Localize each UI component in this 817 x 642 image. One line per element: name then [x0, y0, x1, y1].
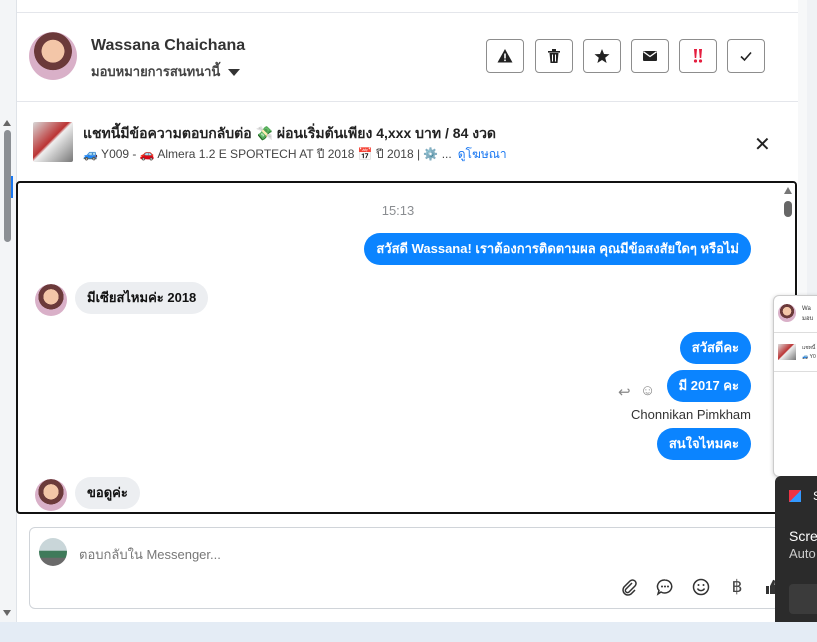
paperclip-icon[interactable] [618, 576, 640, 598]
ad-thumbnail[interactable] [33, 122, 73, 162]
preview-text: Wa มอบ [802, 304, 813, 324]
message-thread[interactable]: 15:13 สวัสดี Wassana! เราต้องการติดตามผล… [16, 181, 797, 514]
preview-ad-thumbnail [778, 344, 796, 360]
assign-conversation-dropdown[interactable]: มอบหมายการสนทนานี้ [91, 61, 241, 82]
scroll-thumb[interactable] [4, 130, 11, 242]
contact-avatar-small [35, 284, 67, 316]
message-bubble-outgoing[interactable]: มี 2017 คะ [666, 370, 751, 402]
preview-divider [774, 332, 817, 333]
scroll-thumb[interactable] [784, 201, 792, 217]
composer-toolbar: ฿ [618, 576, 784, 598]
bottom-background [0, 622, 817, 642]
check-icon [740, 51, 752, 62]
smiley-icon[interactable] [690, 576, 712, 598]
preview-line-2: มอบ [802, 316, 814, 322]
double-exclamation-icon [693, 49, 703, 63]
warning-icon [497, 49, 513, 63]
left-scrollbar[interactable] [0, 0, 17, 622]
contact-avatar-small [35, 479, 67, 511]
floating-chat-preview[interactable]: Wa มอบ แชทนี้ 🚙 Y0 [773, 295, 817, 477]
priority-button[interactable] [679, 39, 717, 73]
message-bubble-incoming[interactable]: มีเซียสไหมค่ะ 2018 [75, 282, 209, 314]
scroll-down-arrow-icon[interactable] [3, 610, 11, 616]
assign-label: มอบหมายการสนทนานี้ [91, 64, 221, 79]
reply-input[interactable]: ตอบกลับใน Messenger... [79, 544, 221, 565]
notification-toast[interactable]: S Scree Auto [775, 476, 817, 632]
reply-composer[interactable]: ตอบกลับใน Messenger... ฿ [29, 527, 785, 609]
preview-ad-text: แชทนี้ 🚙 Y0 [802, 344, 816, 362]
preview-avatar [778, 304, 796, 322]
ad-context-banner: แชทนี้มีข้อความตอบกลับต่อ 💸 ผ่อนเริ่มต้น… [17, 102, 798, 178]
message-timestamp: 15:13 [381, 203, 415, 218]
toast-body: Auto [789, 546, 816, 561]
reply-icon[interactable]: ↩ [618, 383, 631, 401]
ad-subtitle-text: 🚙 Y009 - 🚗 Almera 1.2 E SPORTECH AT ปี 2… [83, 147, 452, 161]
mail-button[interactable] [631, 39, 669, 73]
chat-bubble-icon[interactable] [654, 576, 676, 598]
ad-title: แชทนี้มีข้อความตอบกลับต่อ 💸 ผ่อนเริ่มต้น… [83, 125, 497, 141]
scroll-up-arrow-icon[interactable] [784, 187, 792, 194]
app-icon [789, 490, 801, 502]
toast-title: Scree [789, 528, 817, 544]
envelope-icon [643, 51, 657, 61]
contact-name[interactable]: Wassana Chaichana [91, 37, 245, 55]
star-icon [594, 49, 610, 63]
message-bubble-outgoing[interactable]: สวัสดีคะ [679, 332, 751, 364]
toast-app-label: S [813, 489, 817, 503]
close-icon[interactable]: ✕ [754, 132, 771, 157]
trash-icon [548, 49, 560, 63]
ad-subtitle: 🚙 Y009 - 🚗 Almera 1.2 E SPORTECH AT ปี 2… [83, 145, 507, 164]
view-ad-link[interactable]: ดูโฆษณา [458, 147, 507, 161]
sender-name: Chonnikan Pimkham [631, 407, 751, 422]
done-button[interactable] [727, 39, 765, 73]
preview-line-4: 🚙 Y0 [802, 354, 816, 360]
star-button[interactable] [583, 39, 621, 73]
spam-button[interactable] [486, 39, 524, 73]
toast-action-button[interactable] [789, 584, 817, 614]
contact-avatar[interactable] [29, 32, 77, 80]
caret-down-icon [228, 69, 241, 77]
delete-button[interactable] [535, 39, 573, 73]
baht-icon[interactable]: ฿ [726, 576, 748, 598]
preview-line-1: Wa [802, 306, 811, 312]
message-bubble-incoming[interactable]: ขอดูค่ะ [75, 477, 140, 509]
message-bubble-outgoing[interactable]: สนใจไหมคะ [656, 428, 751, 460]
preview-divider [774, 371, 817, 372]
conversation-header: Wassana Chaichana มอบหมายการสนทนานี้ [17, 13, 798, 102]
scroll-up-arrow-icon[interactable] [3, 120, 11, 126]
preview-line-3: แชทนี้ [802, 345, 816, 351]
message-bubble-outgoing[interactable]: สวัสดี Wassana! เราต้องการติดตามผล คุณมี… [364, 233, 751, 265]
page-avatar [39, 538, 67, 566]
smiley-reaction-icon[interactable]: ☺ [640, 382, 655, 399]
